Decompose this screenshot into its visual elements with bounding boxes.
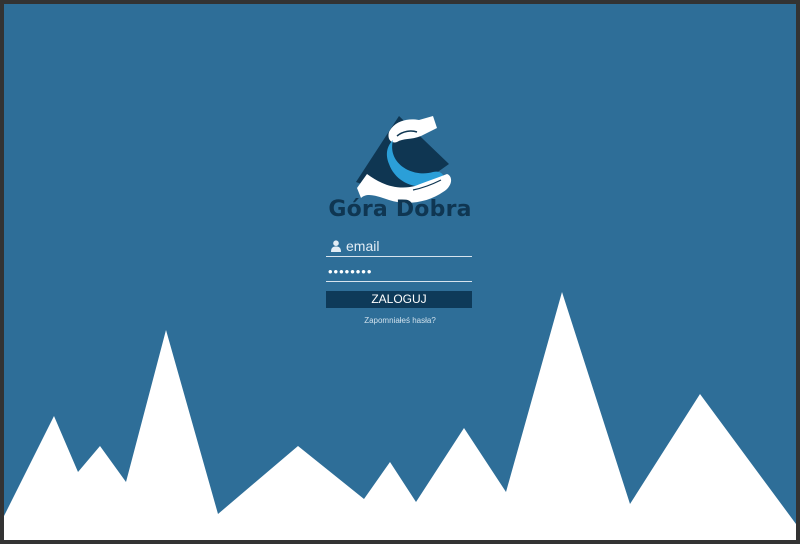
app-title: Góra Dobra (328, 197, 472, 222)
login-screen: Góra Dobra ZALOGUJ Zapomniałeś hasła? (4, 4, 796, 540)
email-field[interactable] (326, 236, 472, 257)
gora-dobra-logo (356, 116, 452, 203)
login-button[interactable]: ZALOGUJ (326, 291, 472, 308)
password-input[interactable] (328, 261, 472, 281)
email-input[interactable] (346, 236, 472, 256)
forgot-password-link[interactable]: Zapomniałeś hasła? (300, 316, 500, 325)
user-icon (331, 240, 341, 252)
password-field[interactable] (326, 261, 472, 282)
